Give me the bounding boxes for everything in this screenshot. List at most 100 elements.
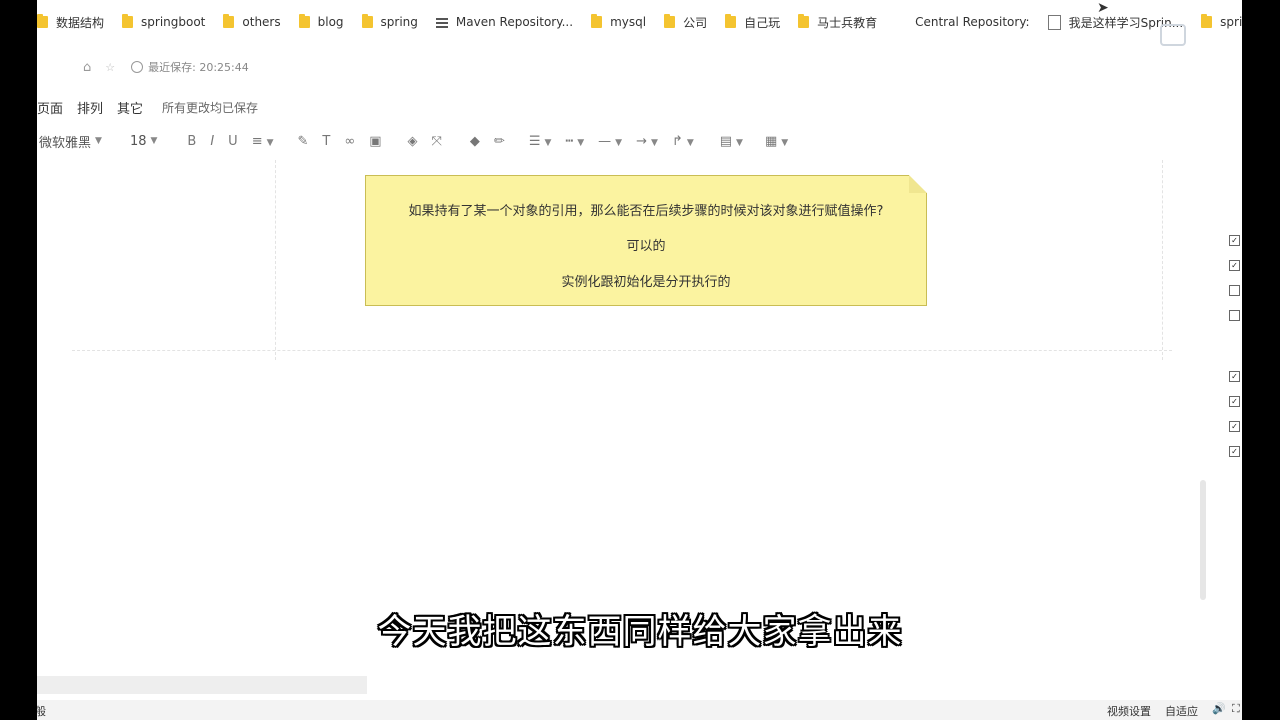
save-status: 所有更改均已保存	[162, 100, 259, 115]
folder-icon	[798, 14, 810, 28]
menu-page[interactable]: 页面	[37, 98, 63, 117]
vertical-scrollbar[interactable]	[1200, 480, 1206, 600]
bookmark-label: mysql	[610, 15, 647, 29]
folder-icon	[664, 14, 676, 28]
folder-icon	[122, 14, 134, 28]
folder-icon	[223, 14, 235, 28]
video-subtitle: 今天我把这东西同样给大家拿出来	[377, 612, 903, 652]
page-icon	[1047, 14, 1061, 30]
menu-other[interactable]: 其它	[117, 98, 143, 117]
line-dash-icon[interactable]: — ▼	[598, 134, 622, 149]
arrow-icon[interactable]: → ▼	[636, 134, 658, 149]
bookmark-3[interactable]: blog	[298, 8, 354, 36]
bookmark-label: sprin	[1220, 15, 1242, 29]
bookmark-label: spring	[380, 15, 418, 29]
fill-color-icon[interactable]: ◆	[470, 134, 480, 149]
network-status: 网络一般	[37, 705, 46, 718]
fit-button[interactable]: 自适应	[1165, 703, 1198, 719]
bookmark-0[interactable]: 数据结构	[37, 8, 114, 36]
folder-icon	[37, 14, 48, 28]
folder-icon	[725, 14, 737, 28]
bookmark-2[interactable]: others	[223, 8, 290, 36]
bookmark-10[interactable]: Central Repository:	[915, 8, 1040, 36]
checkbox[interactable]	[1229, 285, 1240, 296]
line-color-icon[interactable]: ✏	[494, 134, 505, 149]
folder-icon	[298, 14, 310, 28]
grid-line	[275, 160, 276, 360]
font-size-select[interactable]: 18 ▼	[130, 134, 157, 149]
align-icon[interactable]: ≡ ▼	[252, 134, 274, 149]
bookmark-7[interactable]: 公司	[664, 8, 717, 36]
right-side-panel: ✓ ✓ ✓ ✓ ✓ ✓	[1229, 205, 1241, 471]
font-family-select[interactable]: 微软雅黑 ▼	[39, 132, 102, 151]
bookmark-label: springboot	[141, 15, 206, 29]
connector-type-icon[interactable]: ↱ ▼	[672, 134, 694, 149]
bookmark-12[interactable]: sprin	[1201, 8, 1242, 36]
bold-icon[interactable]: B	[187, 134, 196, 149]
folder-icon	[1201, 14, 1213, 28]
table-icon[interactable]: ▦ ▼	[765, 134, 788, 149]
bookmark-label: Maven Repository...	[455, 15, 574, 29]
bookmark-label: 数据结构	[56, 15, 105, 30]
bookmark-label: blog	[317, 15, 344, 29]
clock-icon	[131, 61, 144, 73]
note-line-3: 实例化跟初始化是分开执行的	[561, 275, 731, 290]
grid-line	[72, 350, 1172, 351]
checkbox[interactable]: ✓	[1229, 421, 1240, 432]
maven-icon	[435, 16, 448, 28]
bookmark-label: others	[242, 15, 281, 29]
home-icon[interactable]: ⌂	[83, 60, 91, 75]
bookmark-label: 自己玩	[744, 15, 781, 30]
video-settings-button[interactable]: 视频设置	[1107, 703, 1151, 719]
menu-arrange[interactable]: 排列	[77, 98, 103, 117]
font-size-value: 18	[129, 133, 147, 149]
italic-icon[interactable]: I	[210, 134, 214, 149]
chevron-down-icon: ▼	[95, 136, 102, 146]
volume-icon[interactable]: 🔊	[1212, 702, 1226, 715]
chevron-down-icon: ▼	[150, 136, 158, 146]
note-line-2: 可以的	[626, 239, 666, 254]
star-icon[interactable]: ☆	[105, 61, 115, 74]
text-icon[interactable]: T	[322, 134, 330, 149]
checkbox[interactable]: ✓	[1229, 235, 1240, 246]
video-status-bar: 网络一般 视频设置 自适应 🔊 ⛶	[37, 700, 1242, 720]
sticky-note[interactable]: 如果持有了某一个对象的引用，那么能否在后续步骤的时候对该对象进行赋值操作? 可以…	[365, 175, 927, 306]
checkbox[interactable]: ✓	[1229, 260, 1240, 271]
last-saved-text: 最近保存: 20:25:44	[148, 61, 249, 74]
folder-icon	[361, 14, 373, 28]
bookmark-4[interactable]: spring	[361, 8, 428, 36]
document-header: ⌂ ☆ 最近保存: 20:25:44	[37, 56, 249, 78]
bookmark-1[interactable]: springboot	[122, 8, 215, 36]
checkbox[interactable]: ✓	[1229, 446, 1240, 457]
folder-icon	[591, 14, 603, 28]
fullscreen-icon[interactable]: ⛶	[1232, 702, 1240, 716]
bookmark-5[interactable]: Maven Repository...	[435, 8, 583, 36]
arrange-icon[interactable]: ▤ ▼	[720, 134, 743, 149]
underline-icon[interactable]: U	[228, 134, 238, 149]
bookmarks-bar: 数据结构 springboot others blog spring Maven…	[37, 8, 1242, 36]
connector-icon[interactable]: ⤧	[432, 134, 442, 149]
checkbox[interactable]	[1229, 310, 1240, 321]
tag-icon[interactable]: ◈	[408, 134, 418, 149]
menu-bar: 页面 排列 其它 所有更改均已保存	[37, 96, 258, 118]
format-toolbar: 微软雅黑 ▼ 18 ▼ B I U ≡ ▼ ✎ T ∞ ▣ ◈ ⤧ ◆ ✏ ☰ ▼ ┅ ▼…	[37, 130, 802, 152]
format-painter-icon[interactable]: ✎	[298, 134, 309, 149]
note-line-1: 如果持有了某一个对象的引用，那么能否在后续步骤的时候对该对象进行赋值操作?	[408, 204, 884, 219]
watermark-logo	[1160, 24, 1192, 46]
link-icon[interactable]: ∞	[344, 134, 355, 149]
bookmark-label: Central Repository:	[915, 15, 1030, 29]
play-logo-icon	[1160, 24, 1186, 46]
checkbox[interactable]: ✓	[1229, 371, 1240, 382]
bookmark-9[interactable]: 马士兵教育	[798, 8, 887, 36]
bookmark-label: 公司	[683, 15, 708, 30]
bottom-panel	[37, 676, 367, 694]
bookmark-label: 马士兵教育	[817, 15, 878, 30]
font-family-value: 微软雅黑	[39, 135, 92, 151]
image-icon[interactable]: ▣	[369, 134, 381, 149]
line-width-icon[interactable]: ☰ ▼	[529, 134, 552, 149]
bookmark-6[interactable]: mysql	[591, 8, 656, 36]
bookmark-8[interactable]: 自己玩	[725, 8, 790, 36]
mouse-cursor-icon: ➤	[1097, 0, 1109, 16]
line-style-icon[interactable]: ┅ ▼	[565, 134, 584, 149]
checkbox[interactable]: ✓	[1229, 396, 1240, 407]
